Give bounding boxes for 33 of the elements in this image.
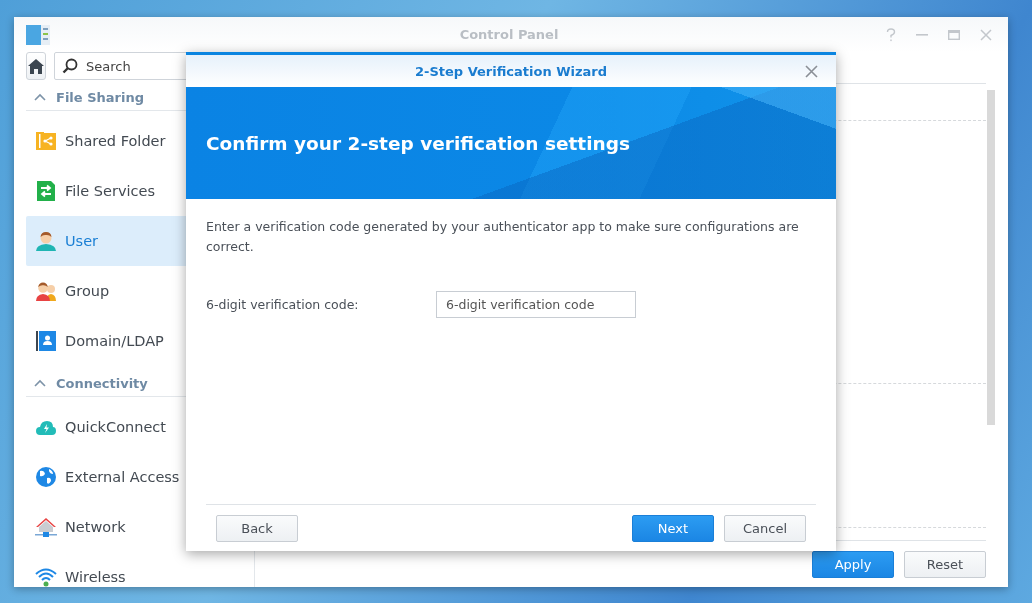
app-icon <box>26 24 50 45</box>
home-button[interactable] <box>26 52 46 80</box>
cancel-button[interactable]: Cancel <box>724 514 806 542</box>
verification-code-field[interactable]: 6-digit verification code <box>436 291 636 318</box>
chevron-up-icon <box>34 379 46 387</box>
wizard-heading: Confirm your 2-step verification settings <box>206 132 630 154</box>
group-icon <box>35 280 57 302</box>
close-icon[interactable] <box>805 65 818 78</box>
sidebar-item[interactable]: External Access <box>26 452 254 502</box>
house-network-icon <box>35 516 57 538</box>
help-icon[interactable] <box>886 27 896 42</box>
file-transfer-icon <box>35 180 57 202</box>
field-label: 6-digit verification code: <box>206 297 360 312</box>
globe-icon <box>35 466 57 488</box>
sidebar-item[interactable]: File Services <box>26 166 254 216</box>
sidebar-item[interactable]: Domain/LDAP <box>26 316 254 366</box>
back-button[interactable]: Back <box>216 514 298 542</box>
sidebar-item[interactable]: QuickConnect <box>26 402 254 452</box>
dialog-title: 2-Step Verification Wizard <box>414 63 608 79</box>
wifi-icon <box>35 566 57 587</box>
close-icon[interactable] <box>980 28 992 41</box>
chevron-up-icon <box>34 93 46 101</box>
reset-button[interactable]: Reset <box>904 551 986 578</box>
sidebar-item[interactable]: Wireless <box>26 552 254 587</box>
contact-card-icon <box>35 330 57 352</box>
window-title: Control Panel <box>459 27 559 42</box>
user-icon <box>35 230 57 252</box>
minimize-icon[interactable] <box>916 33 928 36</box>
maximize-icon[interactable] <box>948 29 960 40</box>
home-icon <box>27 57 45 75</box>
shared-folder-icon <box>35 130 57 152</box>
search-icon <box>62 58 78 74</box>
scrollbar[interactable] <box>987 90 995 425</box>
